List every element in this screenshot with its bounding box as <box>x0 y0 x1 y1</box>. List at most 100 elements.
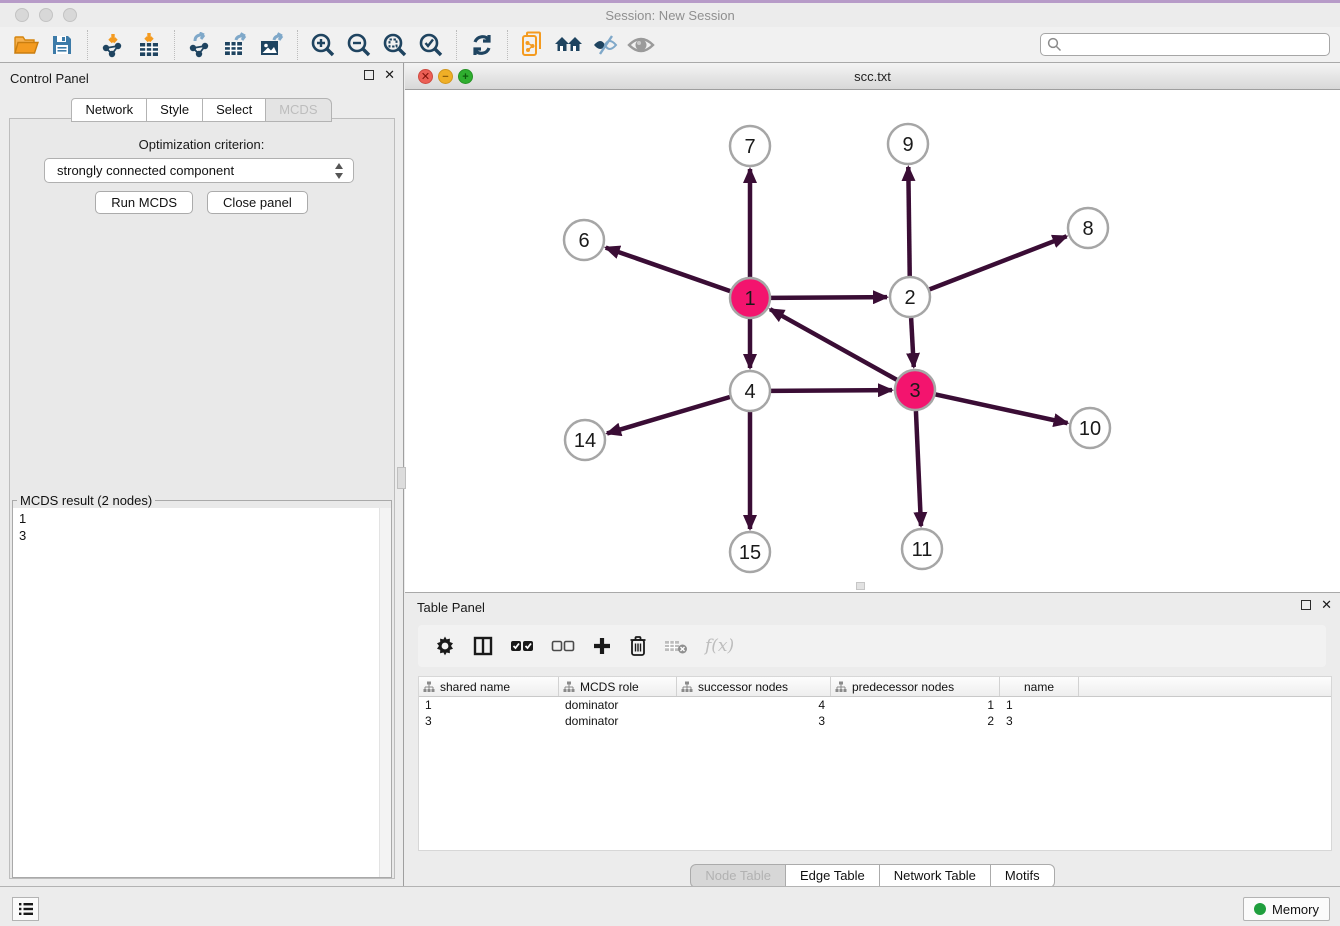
function-icon: f(x) <box>705 633 734 659</box>
graph-edge-1-2[interactable] <box>771 297 887 298</box>
network-import-icon[interactable] <box>95 29 131 61</box>
close-panel-icon[interactable]: ✕ <box>384 70 395 80</box>
image-export-icon[interactable] <box>254 29 290 61</box>
table-cell[interactable]: 2 <box>831 713 1000 729</box>
tab-network[interactable]: Network <box>71 98 147 122</box>
toolbar-separator <box>174 30 175 60</box>
graph-edge-3-1[interactable] <box>770 309 897 380</box>
table-row[interactable]: 1dominator411 <box>419 697 1331 713</box>
vertical-splitter-handle[interactable] <box>397 467 406 489</box>
horizontal-splitter-handle[interactable] <box>856 582 865 590</box>
columns-icon[interactable] <box>473 633 493 659</box>
graph-node-label-2: 2 <box>904 287 915 309</box>
table-cell[interactable]: 3 <box>1000 713 1079 729</box>
network-canvas[interactable]: 7968124314101511 <box>405 90 1340 592</box>
column-header-name[interactable]: name <box>1000 677 1079 696</box>
network-window-titlebar[interactable]: ✕ − + scc.txt <box>405 63 1340 90</box>
table-header-row: shared nameMCDS role successor nodes prede… <box>419 677 1331 697</box>
tab-style[interactable]: Style <box>147 98 203 122</box>
graph-edge-2-9[interactable] <box>908 167 909 276</box>
network-graph[interactable]: 7968124314101511 <box>405 90 1340 592</box>
trash-icon[interactable] <box>629 633 647 659</box>
control-panel-title: Control Panel <box>10 71 89 86</box>
zoom-check-icon[interactable] <box>413 29 449 61</box>
tab-motifs[interactable]: Motifs <box>991 864 1055 888</box>
table-row[interactable]: 3dominator323 <box>419 713 1331 729</box>
mcds-result-scrollbar[interactable] <box>379 508 391 877</box>
optimization-criterion-label: Optimization criterion: <box>0 137 403 152</box>
zoom-in-icon[interactable] <box>305 29 341 61</box>
table-import-icon[interactable] <box>131 29 167 61</box>
memory-button[interactable]: Memory <box>1243 897 1330 921</box>
tab-network-table[interactable]: Network Table <box>880 864 991 888</box>
mcds-result-list[interactable]: 1 3 <box>13 508 391 546</box>
table-cell[interactable]: 3 <box>419 713 559 729</box>
run-mcds-button[interactable]: Run MCDS <box>95 191 193 214</box>
deselect-all-icon[interactable] <box>551 633 575 659</box>
tab-edge-table[interactable]: Edge Table <box>786 864 880 888</box>
table-toolbar: f(x) <box>418 625 1326 667</box>
close-panel-button[interactable]: Close panel <box>207 191 308 214</box>
tab-mcds[interactable]: MCDS <box>266 98 331 122</box>
table-cell[interactable]: 1 <box>831 697 1000 713</box>
graph-node-label-8: 8 <box>1082 218 1093 240</box>
graph-node-label-10: 10 <box>1079 418 1101 440</box>
eye-slash-icon[interactable] <box>587 29 623 61</box>
houses-icon[interactable] <box>551 29 587 61</box>
column-tree-icon <box>681 681 693 693</box>
column-header-label: name <box>1024 680 1054 694</box>
main-toolbar <box>0 27 1340 63</box>
table-cell[interactable]: 1 <box>1000 697 1079 713</box>
graph-edge-4-14[interactable] <box>607 397 730 433</box>
status-bar: Memory <box>0 886 1340 926</box>
column-header-shared-name[interactable]: shared name <box>419 677 559 696</box>
network-export-icon[interactable] <box>182 29 218 61</box>
control-panel: Control Panel ✕ Network Style Select MCD… <box>0 63 404 886</box>
mcds-result-group: MCDS result (2 nodes) 1 3 <box>12 493 392 878</box>
tab-select[interactable]: Select <box>203 98 266 122</box>
save-icon[interactable] <box>44 29 80 61</box>
memory-status-icon <box>1254 903 1266 915</box>
table-cell[interactable]: 3 <box>677 713 831 729</box>
select-all-icon[interactable] <box>510 633 534 659</box>
graph-edge-3-10[interactable] <box>936 394 1068 423</box>
graph-edge-4-3[interactable] <box>771 390 892 391</box>
table-export-icon[interactable] <box>218 29 254 61</box>
table-cell[interactable]: 1 <box>419 697 559 713</box>
float-table-panel-icon[interactable] <box>1301 600 1311 610</box>
column-header-label: successor nodes <box>698 680 788 694</box>
select-stepper-icon <box>334 163 345 179</box>
tab-node-table[interactable]: Node Table <box>690 864 786 888</box>
close-table-panel-icon[interactable]: ✕ <box>1321 600 1332 610</box>
column-header-MCDS-role[interactable]: MCDS role <box>559 677 677 696</box>
table-panel: Table Panel ✕ <box>405 592 1340 886</box>
folder-open-icon[interactable] <box>8 29 44 61</box>
add-column-icon[interactable] <box>592 633 612 659</box>
refresh-icon[interactable] <box>464 29 500 61</box>
search-box <box>1040 33 1330 56</box>
control-panel-tabs: Network Style Select MCDS <box>0 98 403 122</box>
table-cell[interactable]: 4 <box>677 697 831 713</box>
graph-edge-1-6[interactable] <box>606 248 730 291</box>
task-list-icon[interactable] <box>12 897 39 921</box>
document-network-icon[interactable] <box>515 29 551 61</box>
table-cell[interactable]: dominator <box>559 697 677 713</box>
zoom-fit-icon[interactable] <box>377 29 413 61</box>
graph-edge-3-11[interactable] <box>916 411 921 526</box>
graph-edge-2-3[interactable] <box>911 318 914 367</box>
column-header-successor-nodes[interactable]: successor nodes <box>677 677 831 696</box>
gear-icon[interactable] <box>434 633 456 659</box>
memory-label: Memory <box>1272 902 1319 917</box>
graph-node-label-4: 4 <box>744 381 755 403</box>
optimization-criterion-select[interactable]: strongly connected component <box>44 158 354 183</box>
toolbar-separator <box>297 30 298 60</box>
zoom-out-icon[interactable] <box>341 29 377 61</box>
table-cell[interactable]: dominator <box>559 713 677 729</box>
graph-edge-2-8[interactable] <box>930 236 1067 289</box>
eye-icon[interactable] <box>623 29 659 61</box>
toolbar-separator <box>507 30 508 60</box>
float-panel-icon[interactable] <box>364 70 374 80</box>
column-header-predecessor-nodes[interactable]: predecessor nodes <box>831 677 1000 696</box>
search-input[interactable] <box>1062 35 1329 54</box>
delete-table-icon <box>664 633 688 659</box>
